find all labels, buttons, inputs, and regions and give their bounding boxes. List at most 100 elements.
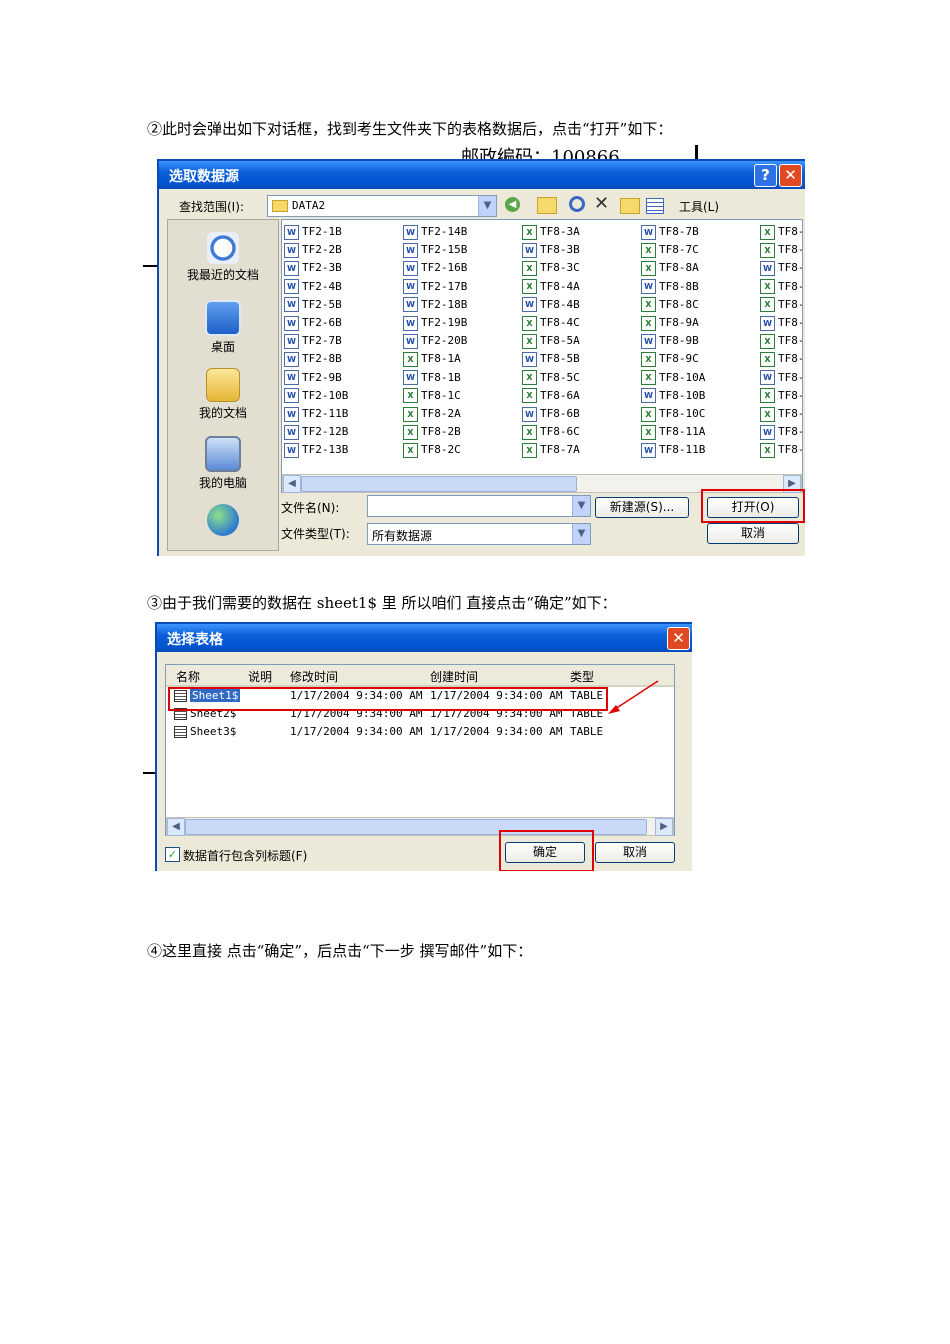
scrollbar-thumb[interactable]	[301, 476, 577, 492]
chevron-down-icon[interactable]: ▼	[572, 496, 590, 516]
file-item[interactable]: W TF8-4B	[522, 297, 580, 313]
help-button[interactable]: ?	[754, 164, 777, 187]
file-item[interactable]: X TF8-	[760, 297, 802, 313]
file-item[interactable]: X TF8-	[760, 279, 802, 295]
file-item[interactable]: X TF8-6C	[522, 424, 580, 440]
file-item[interactable]: X TF8-	[760, 388, 802, 404]
place-recent[interactable]: 我最近的文档	[168, 232, 278, 283]
file-item[interactable]: X TF8-9A	[641, 315, 699, 331]
scroll-right-icon[interactable]: ▶	[655, 818, 673, 836]
column-type[interactable]: 类型	[570, 668, 594, 685]
search-web-icon[interactable]	[569, 196, 585, 212]
views-icon[interactable]	[646, 198, 664, 214]
file-item[interactable]: X TF8-2C	[403, 442, 461, 458]
file-item[interactable]: W TF2-19B	[403, 315, 467, 331]
file-item[interactable]: W TF2-4B	[284, 279, 342, 295]
file-item[interactable]: W TF2-7B	[284, 333, 342, 349]
file-item[interactable]: X TF8-	[760, 351, 802, 367]
chevron-down-icon[interactable]: ▼	[572, 524, 590, 544]
horizontal-scrollbar[interactable]: ◀ ▶	[166, 817, 674, 836]
column-description[interactable]: 说明	[248, 668, 272, 685]
place-network[interactable]	[168, 504, 278, 538]
file-item[interactable]: W TF8-10B	[641, 388, 705, 404]
file-item[interactable]: X TF8-5C	[522, 370, 580, 386]
place-desktop[interactable]: 桌面	[168, 300, 278, 355]
delete-icon[interactable]: ✕	[594, 193, 609, 214]
file-item[interactable]: W TF8-5B	[522, 351, 580, 367]
look-in-dropdown[interactable]: DATA2 ▼	[267, 195, 497, 217]
file-item[interactable]: X TF8-2B	[403, 424, 461, 440]
header-row-checkbox[interactable]: ✓	[165, 847, 180, 862]
file-item[interactable]: W TF8-	[760, 424, 802, 440]
file-item[interactable]: W TF8-	[760, 370, 802, 386]
file-item[interactable]: W TF8-3B	[522, 242, 580, 258]
file-item[interactable]: W TF2-2B	[284, 242, 342, 258]
file-item[interactable]: X TF8-2A	[403, 406, 461, 422]
file-item[interactable]: W TF2-16B	[403, 260, 467, 276]
scroll-left-icon[interactable]: ◀	[167, 818, 185, 836]
file-item[interactable]: X TF8-4A	[522, 279, 580, 295]
file-item[interactable]: W TF2-20B	[403, 333, 467, 349]
file-item[interactable]: X TF8-3C	[522, 260, 580, 276]
up-folder-icon[interactable]	[537, 197, 557, 214]
file-item[interactable]: X TF8-8C	[641, 297, 699, 313]
file-item[interactable]: X TF8-	[760, 224, 802, 240]
file-item[interactable]: W TF2-10B	[284, 388, 348, 404]
file-item[interactable]: X TF8-1A	[403, 351, 461, 367]
file-item[interactable]: X TF8-10C	[641, 406, 705, 422]
file-item[interactable]: W TF8-1B	[403, 370, 461, 386]
tools-menu[interactable]: 工具(L)	[679, 198, 719, 215]
cancel-button[interactable]: 取消	[595, 842, 675, 863]
file-item[interactable]: W TF8-	[760, 315, 802, 331]
file-item[interactable]: X TF8-5A	[522, 333, 580, 349]
column-created[interactable]: 创建时间	[430, 668, 478, 685]
new-folder-icon[interactable]	[620, 198, 640, 214]
file-item[interactable]: X TF8-7A	[522, 442, 580, 458]
file-item[interactable]: X TF8-4C	[522, 315, 580, 331]
place-my-computer[interactable]: 我的电脑	[168, 436, 278, 491]
file-item[interactable]: X TF8-11A	[641, 424, 705, 440]
filetype-dropdown[interactable]: 所有数据源 ▼	[367, 523, 591, 545]
file-item[interactable]: X TF8-	[760, 333, 802, 349]
file-item[interactable]: X TF8-8A	[641, 260, 699, 276]
column-modified[interactable]: 修改时间	[290, 668, 338, 685]
file-item[interactable]: W TF2-5B	[284, 297, 342, 313]
file-item[interactable]: W TF2-9B	[284, 370, 342, 386]
file-item[interactable]: X TF8-6A	[522, 388, 580, 404]
file-item[interactable]: W TF2-13B	[284, 442, 348, 458]
file-item[interactable]: X TF8-9C	[641, 351, 699, 367]
close-button[interactable]: ✕	[779, 164, 802, 187]
file-item[interactable]: W TF2-1B	[284, 224, 342, 240]
column-name[interactable]: 名称	[176, 668, 200, 685]
file-item[interactable]: W TF2-6B	[284, 315, 342, 331]
file-item[interactable]: X TF8-	[760, 442, 802, 458]
file-item[interactable]: W TF2-3B	[284, 260, 342, 276]
file-item[interactable]: X TF8-7C	[641, 242, 699, 258]
new-source-button[interactable]: 新建源(S)...	[595, 497, 689, 518]
file-item[interactable]: X TF8-	[760, 242, 802, 258]
file-item[interactable]: W TF2-15B	[403, 242, 467, 258]
file-item[interactable]: W TF8-7B	[641, 224, 699, 240]
file-item[interactable]: W TF2-8B	[284, 351, 342, 367]
filename-input[interactable]: ▼	[367, 495, 591, 517]
scroll-left-icon[interactable]: ◀	[283, 475, 301, 493]
place-my-documents[interactable]: 我的文档	[168, 368, 278, 421]
file-item[interactable]: W TF2-18B	[403, 297, 467, 313]
back-icon[interactable]: ◀	[503, 195, 529, 215]
file-item[interactable]: W TF2-14B	[403, 224, 467, 240]
chevron-down-icon[interactable]: ▼	[478, 196, 496, 216]
file-item[interactable]: W TF2-12B	[284, 424, 348, 440]
table-row[interactable]: Sheet3$ 1/17/2004 9:34:00 AM 1/17/2004 9:3…	[166, 723, 674, 741]
close-button[interactable]: ✕	[667, 627, 690, 650]
file-item[interactable]: W TF8-6B	[522, 406, 580, 422]
file-item[interactable]: W TF8-9B	[641, 333, 699, 349]
file-item[interactable]: X TF8-1C	[403, 388, 461, 404]
file-item[interactable]: W TF2-11B	[284, 406, 348, 422]
file-item[interactable]: X TF8-10A	[641, 370, 705, 386]
file-item[interactable]: W TF8-11B	[641, 442, 705, 458]
file-item[interactable]: X TF8-	[760, 406, 802, 422]
file-item[interactable]: X TF8-3A	[522, 224, 580, 240]
file-item[interactable]: W TF2-17B	[403, 279, 467, 295]
file-item[interactable]: W TF8-8B	[641, 279, 699, 295]
cancel-button[interactable]: 取消	[707, 523, 799, 544]
